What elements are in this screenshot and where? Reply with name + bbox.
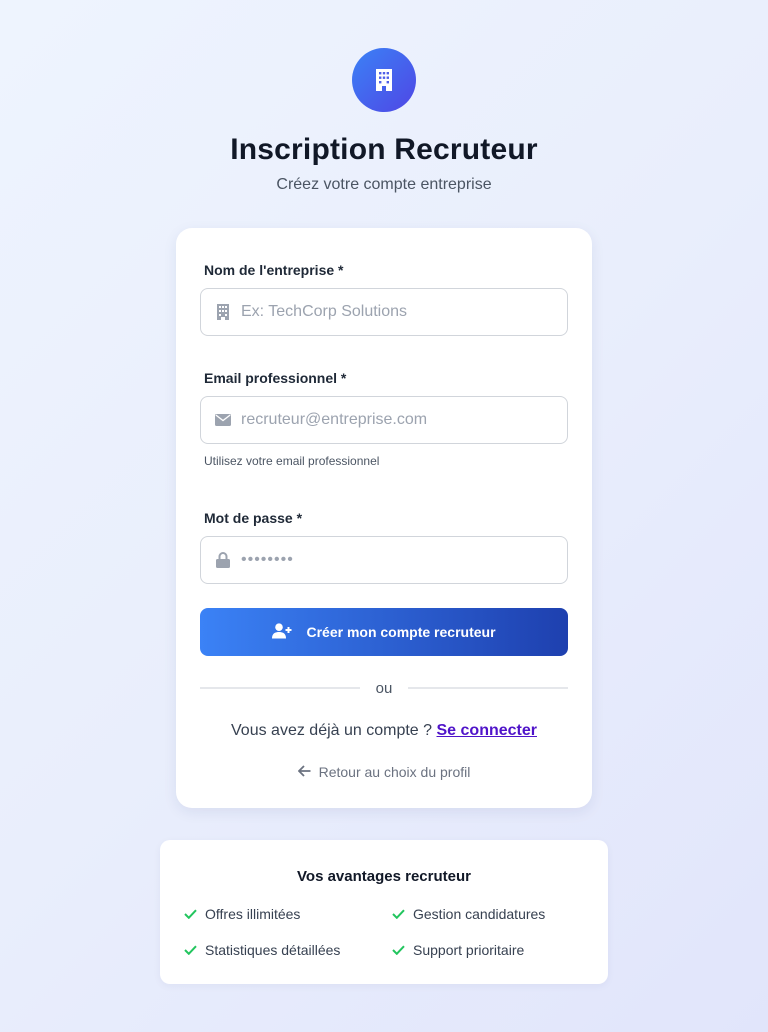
benefit-label: Gestion candidatures bbox=[413, 906, 546, 922]
benefit-item: Offres illimitées bbox=[184, 906, 300, 922]
benefit-label: Support prioritaire bbox=[413, 942, 525, 958]
email-label: Email professionnel * bbox=[204, 370, 347, 386]
benefits-card: Vos avantages recruteur Offres illimitée… bbox=[160, 840, 608, 984]
password-input[interactable] bbox=[241, 551, 551, 569]
check-icon bbox=[392, 942, 405, 958]
envelope-icon bbox=[201, 414, 241, 426]
back-to-profile-link[interactable]: Retour au choix du profil bbox=[176, 764, 592, 780]
lock-icon bbox=[201, 552, 241, 568]
divider-line bbox=[408, 687, 568, 689]
building-icon bbox=[376, 69, 392, 91]
login-prompt: Vous avez déjà un compte ? bbox=[231, 722, 433, 739]
email-input[interactable] bbox=[241, 411, 551, 429]
or-divider: ou bbox=[200, 678, 568, 698]
create-account-label: Créer mon compte recruteur bbox=[306, 624, 496, 640]
company-name-field[interactable] bbox=[200, 288, 568, 336]
login-link[interactable]: Se connecter bbox=[437, 722, 537, 739]
password-field[interactable] bbox=[200, 536, 568, 584]
user-plus-icon bbox=[272, 622, 292, 642]
password-label: Mot de passe * bbox=[204, 510, 303, 526]
arrow-left-icon bbox=[297, 764, 311, 780]
create-account-button[interactable]: Créer mon compte recruteur bbox=[200, 608, 568, 656]
benefit-label: Offres illimitées bbox=[205, 906, 301, 922]
benefit-item: Statistiques détaillées bbox=[184, 942, 340, 958]
signup-form: Nom de l'entreprise * Email professionne… bbox=[176, 228, 592, 808]
company-name-label: Nom de l'entreprise * bbox=[204, 262, 344, 278]
check-icon bbox=[184, 906, 197, 922]
divider-line bbox=[200, 687, 360, 689]
check-icon bbox=[184, 942, 197, 958]
benefit-label: Statistiques détaillées bbox=[205, 942, 341, 958]
page-title: Inscription Recruteur bbox=[230, 133, 538, 166]
login-prompt-row: Vous avez déjà un compte ? Se connecter bbox=[176, 722, 592, 740]
benefit-item: Gestion candidatures bbox=[392, 906, 545, 922]
page-subtitle: Créez votre compte entreprise bbox=[276, 176, 492, 193]
check-icon bbox=[392, 906, 405, 922]
email-field[interactable] bbox=[200, 396, 568, 444]
divider-text: ou bbox=[375, 679, 393, 697]
benefit-item: Support prioritaire bbox=[392, 942, 524, 958]
building-icon bbox=[201, 304, 241, 320]
email-hint: Utilisez votre email professionnel bbox=[204, 454, 380, 468]
benefits-title: Vos avantages recruteur bbox=[297, 868, 471, 885]
back-label: Retour au choix du profil bbox=[318, 764, 471, 780]
logo bbox=[352, 48, 416, 112]
page-header: Inscription Recruteur Créez votre compte… bbox=[0, 48, 768, 196]
company-name-input[interactable] bbox=[241, 303, 551, 321]
